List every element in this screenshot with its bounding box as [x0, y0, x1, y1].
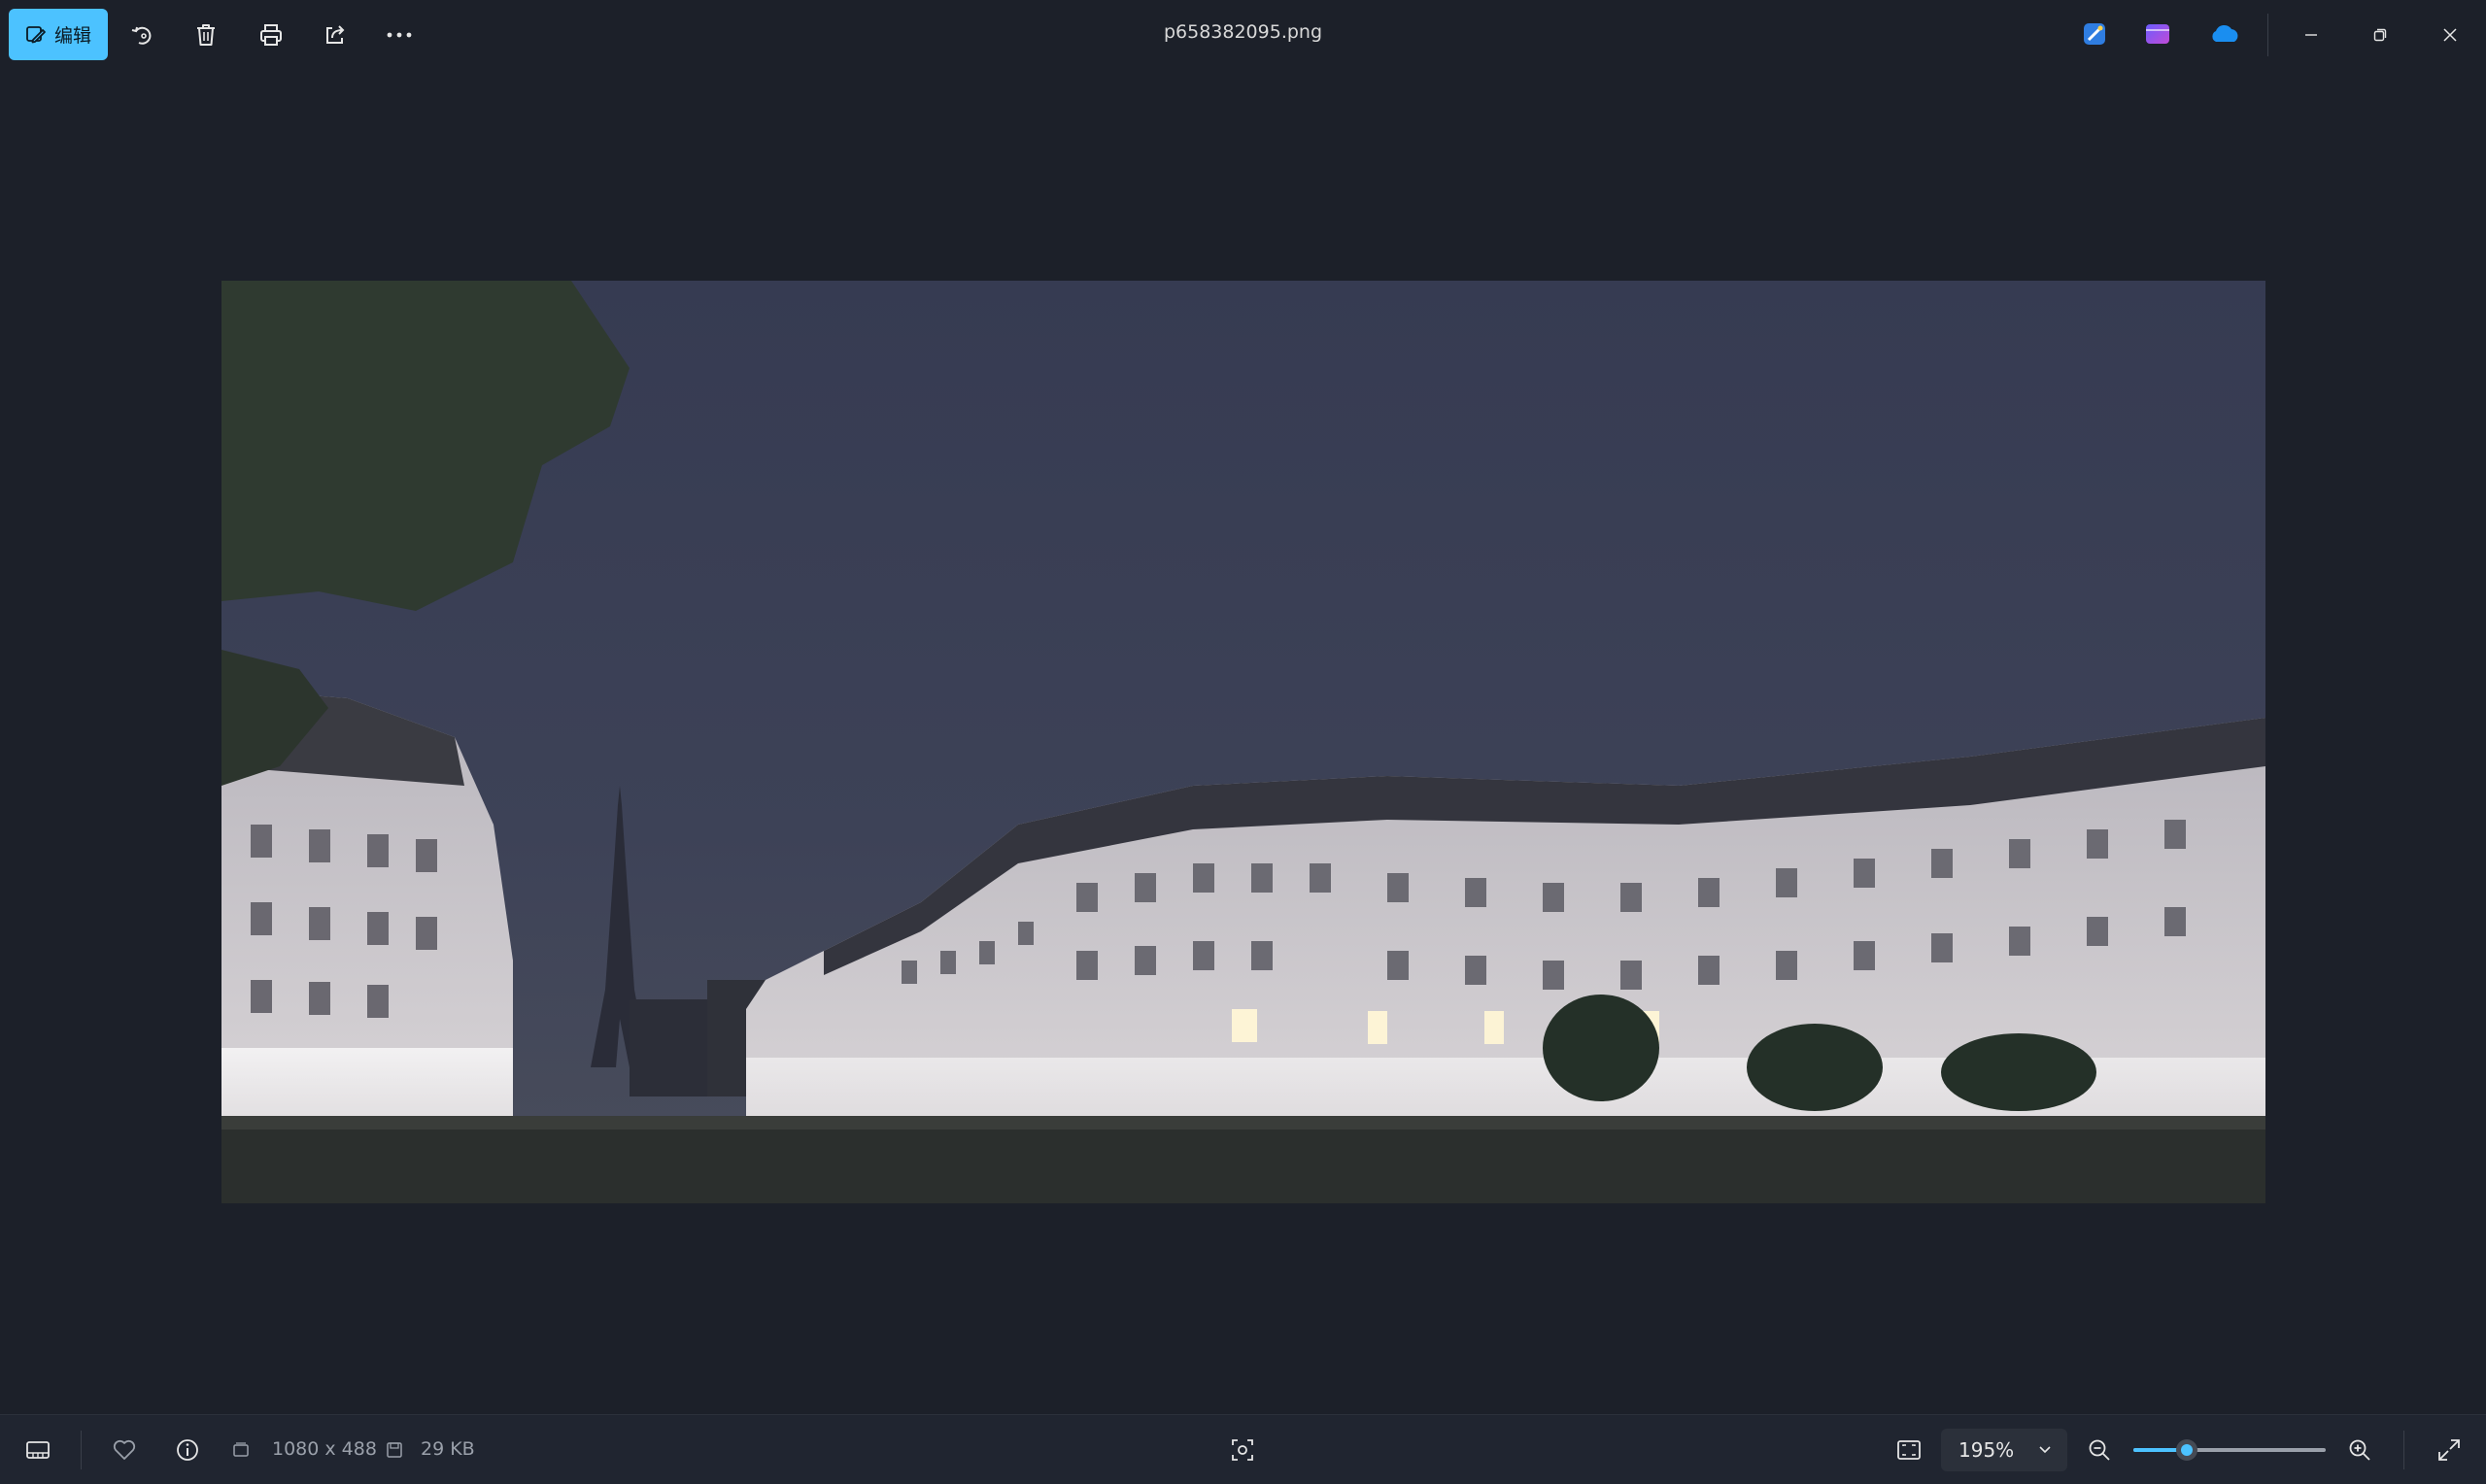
favorite-button[interactable] [109, 1434, 140, 1466]
restore-icon [2373, 28, 2387, 42]
visual-search-button[interactable] [1227, 1434, 1258, 1466]
zoom-out-button[interactable] [2084, 1434, 2115, 1466]
minimize-icon [2305, 34, 2317, 36]
status-bar: 1080 x 488 29 KB 195% [0, 1414, 2486, 1484]
zoom-slider-thumb[interactable] [2176, 1439, 2198, 1461]
status-bar-separator [81, 1431, 82, 1469]
zoom-slider[interactable] [2133, 1439, 2326, 1461]
visual-search-icon [1232, 1439, 1253, 1461]
image-dimensions-icon [233, 1442, 249, 1457]
fit-to-window-button[interactable] [1893, 1434, 1924, 1466]
title-bar: 编辑 p658382095.png [0, 0, 2486, 70]
onedrive-button[interactable] [2208, 19, 2241, 49]
status-bar-separator-right [2403, 1431, 2404, 1469]
filmstrip-icon [26, 1441, 50, 1459]
save-disk-icon [387, 1442, 402, 1458]
info-icon [177, 1439, 198, 1461]
clipchamp-app-button[interactable] [2143, 19, 2172, 49]
zoom-out-icon [2089, 1439, 2110, 1461]
designer-app-button[interactable] [2080, 19, 2109, 49]
clipchamp-app-icon [2146, 24, 2169, 44]
heart-icon [113, 1439, 136, 1460]
zoom-in-icon [2349, 1439, 2370, 1461]
zoom-level-dropdown[interactable]: 195% [1941, 1429, 2067, 1471]
expand-icon [2438, 1439, 2460, 1461]
image-dimensions-text: 1080 x 488 [272, 1438, 377, 1460]
minimize-button[interactable] [2282, 14, 2340, 56]
file-size-icon-wrap [384, 1434, 405, 1466]
dimensions-icon-wrap [230, 1434, 252, 1466]
title-bar-separator [2267, 14, 2268, 56]
chevron-down-icon [2039, 1446, 2051, 1454]
photo-canvas[interactable] [221, 281, 2265, 1203]
file-name-title: p658382095.png [1163, 21, 1323, 43]
file-size-text: 29 KB [421, 1438, 475, 1460]
file-info-button[interactable] [172, 1434, 203, 1466]
close-button[interactable] [2421, 14, 2479, 56]
night-street-photo [221, 281, 2265, 1203]
filmstrip-button[interactable] [22, 1434, 53, 1466]
full-screen-button[interactable] [2434, 1434, 2465, 1466]
restore-button[interactable] [2351, 14, 2409, 56]
fit-window-icon [1897, 1440, 1921, 1460]
onedrive-icon [2212, 24, 2238, 42]
zoom-in-button[interactable] [2344, 1434, 2375, 1466]
designer-app-icon [2084, 23, 2105, 45]
close-icon [2443, 28, 2457, 42]
zoom-level-value: 195% [1958, 1438, 2015, 1462]
